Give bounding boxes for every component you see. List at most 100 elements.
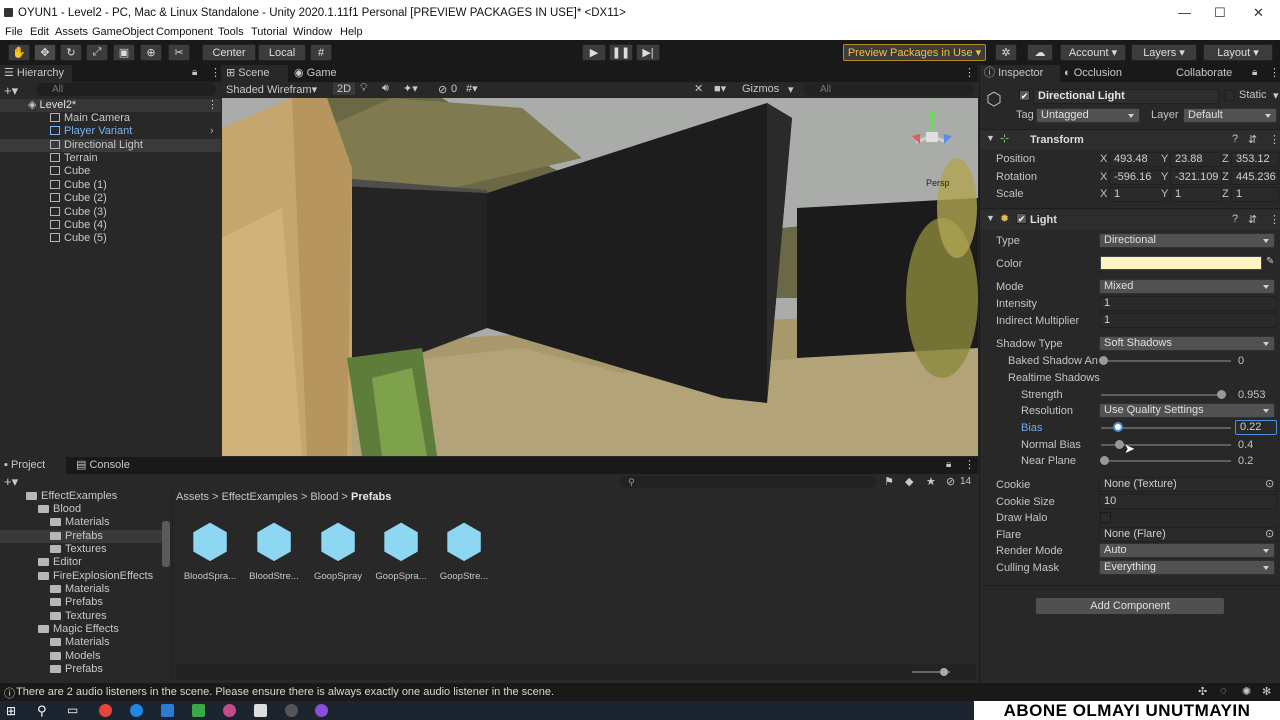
task-view-icon[interactable]: ▭ xyxy=(67,703,78,717)
hidden-eye-icon[interactable]: ⊘ xyxy=(946,475,955,488)
transform-header[interactable]: ▼ ⊹ Transform ? ⇵ ⋮ xyxy=(980,130,1280,150)
asset-tile[interactable]: ⬢ GoopSpray xyxy=(309,517,367,582)
asset-tile[interactable]: ⬢ BloodSpra... xyxy=(181,517,239,582)
hierarchy-item[interactable]: Main Camera xyxy=(50,112,130,125)
project-search-input[interactable]: ⚲ xyxy=(620,476,876,488)
kebab-icon[interactable]: ⋮ xyxy=(964,66,975,79)
object-picker-icon[interactable]: ⊙ xyxy=(1265,527,1274,540)
shadow-type-dropdown[interactable]: Soft Shadows xyxy=(1099,336,1275,351)
tab-collaborate[interactable]: Collaborate xyxy=(1172,65,1242,82)
asset-tile[interactable]: ⬢ GoopSpra... xyxy=(372,517,430,582)
strength-value[interactable]: 0.953 xyxy=(1238,389,1266,401)
add-icon[interactable]: +▾ xyxy=(4,83,18,99)
hierarchy-item-prefab[interactable]: Player Variant › xyxy=(50,125,220,138)
grid-snap-button[interactable]: # xyxy=(310,44,332,61)
transform-tool-button[interactable]: ⊕ xyxy=(140,44,162,61)
tab-occlusion[interactable]: ◐ Occlusion xyxy=(1060,65,1140,82)
unity-icon[interactable] xyxy=(254,704,267,717)
lock-icon[interactable]: 🔒︎ xyxy=(192,67,197,78)
pivot-center-button[interactable]: Center xyxy=(202,44,256,61)
rotate-tool-button[interactable]: ↻ xyxy=(60,44,82,61)
folder-item[interactable]: Prefabs xyxy=(50,596,103,609)
search-icon[interactable]: ⚲ xyxy=(37,703,47,719)
scale-tool-button[interactable]: ⤢ xyxy=(86,44,108,61)
preset-icon[interactable]: ⇵ xyxy=(1248,133,1257,146)
scale-x-field[interactable]: 1 xyxy=(1109,187,1165,202)
help-icon[interactable]: ? xyxy=(1232,133,1238,145)
active-checkbox[interactable]: ✔ xyxy=(1019,90,1030,101)
windows-start-icon[interactable]: ⊞ xyxy=(6,704,16,718)
move-tool-button[interactable]: ✥ xyxy=(34,44,56,61)
zoom-slider-knob[interactable] xyxy=(940,668,948,676)
foldout-arrow-icon[interactable]: ▼ xyxy=(986,133,995,143)
type-dropdown[interactable]: Directional xyxy=(1099,233,1275,248)
object-picker-icon[interactable]: ⊙ xyxy=(1265,477,1274,490)
asset-tile[interactable]: ⬢ BloodStre... xyxy=(245,517,303,582)
cloud-button[interactable]: ☁ xyxy=(1027,44,1053,61)
menu-gameobject[interactable]: GameObject xyxy=(92,26,154,38)
near-plane-knob[interactable] xyxy=(1100,456,1109,465)
folder-item[interactable]: Materials xyxy=(50,516,110,529)
scene-root-row[interactable]: ◈ Level2* ⋮ xyxy=(0,99,221,112)
color-swatch[interactable] xyxy=(1100,256,1262,270)
menu-assets[interactable]: Assets xyxy=(55,26,88,38)
cookie-size-field[interactable]: 10 xyxy=(1099,494,1277,509)
preset-icon[interactable]: ⇵ xyxy=(1248,213,1257,226)
strength-knob[interactable] xyxy=(1217,390,1226,399)
strength-track[interactable] xyxy=(1101,394,1221,396)
menu-component[interactable]: Component xyxy=(156,26,213,38)
filter-label-icon[interactable]: ◆ xyxy=(905,475,913,488)
tag-dropdown[interactable]: Untagged xyxy=(1036,108,1140,123)
folder-item[interactable]: Textures xyxy=(50,610,107,623)
scale-z-field[interactable]: 1 xyxy=(1231,187,1279,202)
hierarchy-search-input[interactable]: All xyxy=(36,83,216,96)
baked-angle-knob[interactable] xyxy=(1099,356,1108,365)
rotation-y-field[interactable]: -321.109 xyxy=(1170,170,1222,185)
bias-knob[interactable] xyxy=(1113,422,1123,432)
gizmos-dropdown[interactable]: Gizmos xyxy=(742,83,779,95)
hierarchy-item[interactable]: Cube (4) xyxy=(50,219,107,232)
kebab-icon[interactable]: ⋮ xyxy=(1269,66,1280,79)
kebab-icon[interactable]: ⋮ xyxy=(964,458,975,471)
app-icon[interactable] xyxy=(315,704,328,717)
close-button[interactable]: ✕ xyxy=(1253,5,1264,21)
folder-item[interactable]: Materials xyxy=(50,636,110,649)
hierarchy-item[interactable]: Terrain xyxy=(50,152,98,165)
foldout-arrow-icon[interactable]: ▼ xyxy=(986,213,995,223)
hierarchy-item-selected[interactable]: Directional Light xyxy=(0,139,221,152)
object-name-field[interactable]: Directional Light xyxy=(1033,89,1219,104)
app-icon[interactable] xyxy=(192,704,205,717)
layer-dropdown[interactable]: Default xyxy=(1183,108,1277,123)
kebab-icon[interactable]: ⋮ xyxy=(1269,213,1280,226)
hand-tool-button[interactable]: ✋ xyxy=(8,44,30,61)
maximize-button[interactable]: ☐ xyxy=(1214,5,1226,21)
tab-scene[interactable]: ⊞ Scene xyxy=(222,65,288,82)
tab-console[interactable]: ▤ Console xyxy=(72,457,142,474)
folder-item[interactable]: Textures xyxy=(50,543,107,556)
kebab-icon[interactable]: ⋮ xyxy=(1269,133,1280,146)
breadcrumb-item[interactable]: EffectExamples xyxy=(222,491,298,503)
baked-angle-value[interactable]: 0 xyxy=(1238,355,1244,367)
network-icon[interactable]: ✣ xyxy=(1198,685,1207,698)
progress-icon[interactable]: ◌ xyxy=(1220,685,1227,697)
position-y-field[interactable]: 23.88 xyxy=(1170,152,1222,167)
add-component-button[interactable]: Add Component xyxy=(1035,597,1225,615)
app-icon[interactable] xyxy=(285,704,298,717)
create-icon[interactable]: +▾ xyxy=(4,474,18,490)
shading-mode-dropdown[interactable]: Shaded Wirefram▾ xyxy=(226,83,317,96)
rotation-x-field[interactable]: -596.16 xyxy=(1109,170,1165,185)
menu-file[interactable]: File xyxy=(5,26,23,38)
intensity-field[interactable]: 1 xyxy=(1099,296,1277,311)
pivot-local-button[interactable]: Local xyxy=(258,44,306,61)
store-icon[interactable] xyxy=(161,704,174,717)
near-plane-value[interactable]: 0.2 xyxy=(1238,455,1253,467)
static-checkbox[interactable] xyxy=(1224,90,1235,101)
menu-help[interactable]: Help xyxy=(340,26,363,38)
folder-item[interactable]: FireExplosionEffects xyxy=(38,570,153,583)
near-plane-track[interactable] xyxy=(1101,460,1231,462)
position-z-field[interactable]: 353.12 xyxy=(1231,152,1279,167)
folder-item[interactable]: Prefabs xyxy=(50,663,103,676)
app-icon[interactable] xyxy=(223,704,236,717)
chrome-icon[interactable] xyxy=(99,704,112,717)
layout-dropdown[interactable]: Layout ▾ xyxy=(1203,44,1273,61)
